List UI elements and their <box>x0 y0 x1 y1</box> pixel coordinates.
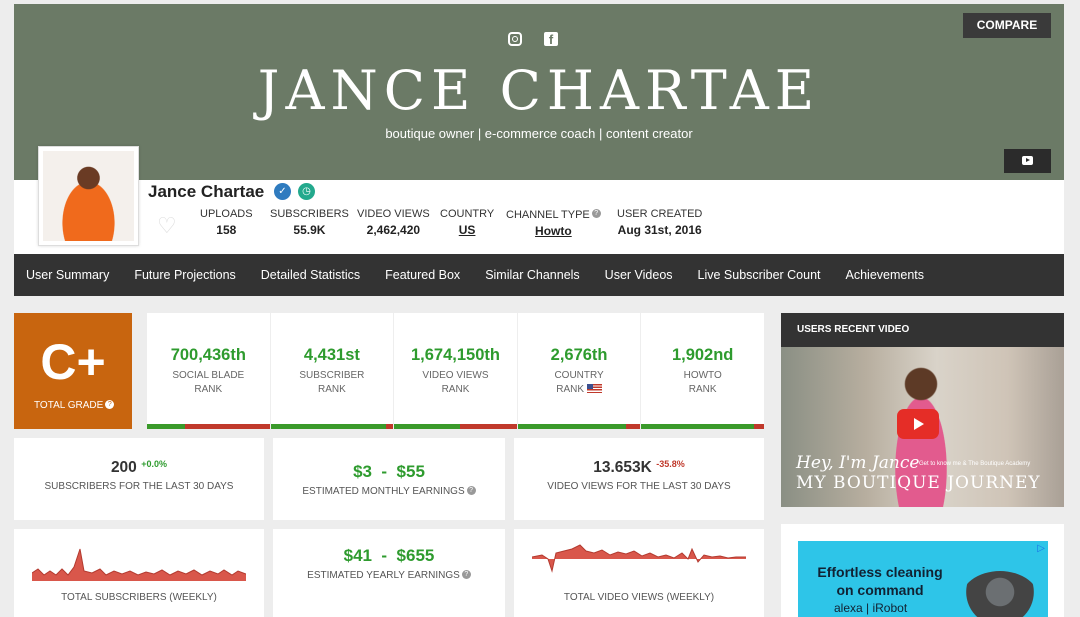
stat-subscribers: SUBSCRIBERS 55.9K <box>270 208 349 237</box>
views-30-days-card: 13.653K -35.8% VIDEO VIEWS FOR THE LAST … <box>514 438 764 520</box>
stat-uploads: UPLOADS 158 <box>200 208 253 237</box>
tab-user-summary[interactable]: User Summary <box>14 268 122 282</box>
adchoices-icon[interactable]: ▷ <box>1037 543 1045 554</box>
rank-progress-bar <box>270 424 394 429</box>
rank-video-views: 1,674,150th VIDEO VIEWS RANK <box>394 313 518 429</box>
stat-video-views: VIDEO VIEWS 2,462,420 <box>357 208 430 237</box>
help-icon[interactable]: ? <box>461 570 471 579</box>
grade-value: C+ <box>40 334 106 390</box>
rank-progress-bar <box>394 424 517 429</box>
stat-user-created: USER CREATED Aug 31st, 2016 <box>617 208 703 237</box>
tab-achievements[interactable]: Achievements <box>833 268 937 282</box>
banner-tagline: boutique owner | e-commerce coach | cont… <box>385 126 693 141</box>
help-icon[interactable]: ? <box>591 209 601 218</box>
compare-button[interactable]: COMPARE <box>963 13 1051 38</box>
ad-container: ▷ Effortless cleaning on command alexa |… <box>781 524 1064 617</box>
rank-panel: 700,436th SOCIAL BLADE RANK 4,431st SUBSC… <box>147 313 764 429</box>
monthly-earnings-card: $3 - $55 ESTIMATED MONTHLY EARNINGS? <box>273 438 505 520</box>
tab-user-videos[interactable]: User Videos <box>592 268 685 282</box>
tab-similar-channels[interactable]: Similar Channels <box>473 268 592 282</box>
rank-howto: 1,902nd HOWTO RANK <box>641 313 764 429</box>
banner-title: JANCE CHARTAE <box>257 59 821 122</box>
tab-nav: User Summary Future Projections Detailed… <box>14 254 1064 296</box>
rank-country: 2,676th COUNTRY RANK <box>517 313 642 429</box>
tab-detailed-statistics[interactable]: Detailed Statistics <box>248 268 372 282</box>
stat-country: COUNTRY US <box>440 208 495 237</box>
smart-speaker-image <box>960 571 1040 617</box>
stat-channel-type: CHANNEL TYPE? Howto <box>506 209 601 238</box>
recent-video-heading: USERS RECENT VIDEO <box>781 313 1064 347</box>
tab-live-subscriber-count[interactable]: Live Subscriber Count <box>685 268 833 282</box>
country-link[interactable]: US <box>440 223 494 237</box>
tab-featured-box[interactable]: Featured Box <box>373 268 473 282</box>
total-video-views-weekly-card: TOTAL VIDEO VIEWS (WEEKLY) <box>514 529 764 617</box>
us-flag-icon <box>586 384 602 393</box>
subs-30-days-card: 200 +0.0% SUBSCRIBERS FOR THE LAST 30 DA… <box>14 438 264 520</box>
rank-progress-bar <box>147 424 270 429</box>
rank-progress-bar <box>641 424 764 429</box>
play-icon[interactable] <box>897 409 939 439</box>
avatar <box>38 146 139 246</box>
recent-video-panel: USERS RECENT VIDEO Hey, I'm Jance Get to… <box>781 313 1064 507</box>
help-icon[interactable]: ? <box>466 486 476 495</box>
total-grade: C+ TOTAL GRADE? <box>14 313 132 429</box>
rank-progress-bar <box>517 424 641 429</box>
yearly-earnings-card: $41 - $655 ESTIMATED YEARLY EARNINGS? <box>273 529 505 617</box>
clock-icon: ◷ <box>298 183 315 200</box>
youtube-icon[interactable] <box>1004 149 1051 173</box>
total-subscribers-weekly-card: TOTAL SUBSCRIBERS (WEEKLY) <box>14 529 264 617</box>
recent-video-thumbnail[interactable]: Hey, I'm Jance Get to know me & The Bout… <box>781 347 1064 507</box>
help-icon[interactable]: ? <box>105 400 115 409</box>
channel-banner: f JANCE CHARTAE boutique owner | e-comme… <box>14 4 1064 180</box>
favorite-heart-icon[interactable]: ♡ <box>157 215 179 237</box>
grade-label: TOTAL GRADE <box>34 400 104 411</box>
views-sparkline <box>532 544 746 573</box>
facebook-icon[interactable]: f <box>544 32 558 47</box>
subscribers-sparkline <box>32 548 246 581</box>
social-links: f <box>508 32 558 47</box>
tab-future-projections[interactable]: Future Projections <box>122 268 248 282</box>
channel-name: Jance Chartae <box>148 182 265 201</box>
channel-type-link[interactable]: Howto <box>506 224 601 238</box>
advertisement[interactable]: ▷ Effortless cleaning on command alexa |… <box>798 541 1048 617</box>
rank-social-blade: 700,436th SOCIAL BLADE RANK <box>147 313 271 429</box>
rank-subscriber: 4,431st SUBSCRIBER RANK <box>270 313 395 429</box>
instagram-icon[interactable] <box>508 32 522 46</box>
verified-icon: ✓ <box>274 183 291 200</box>
